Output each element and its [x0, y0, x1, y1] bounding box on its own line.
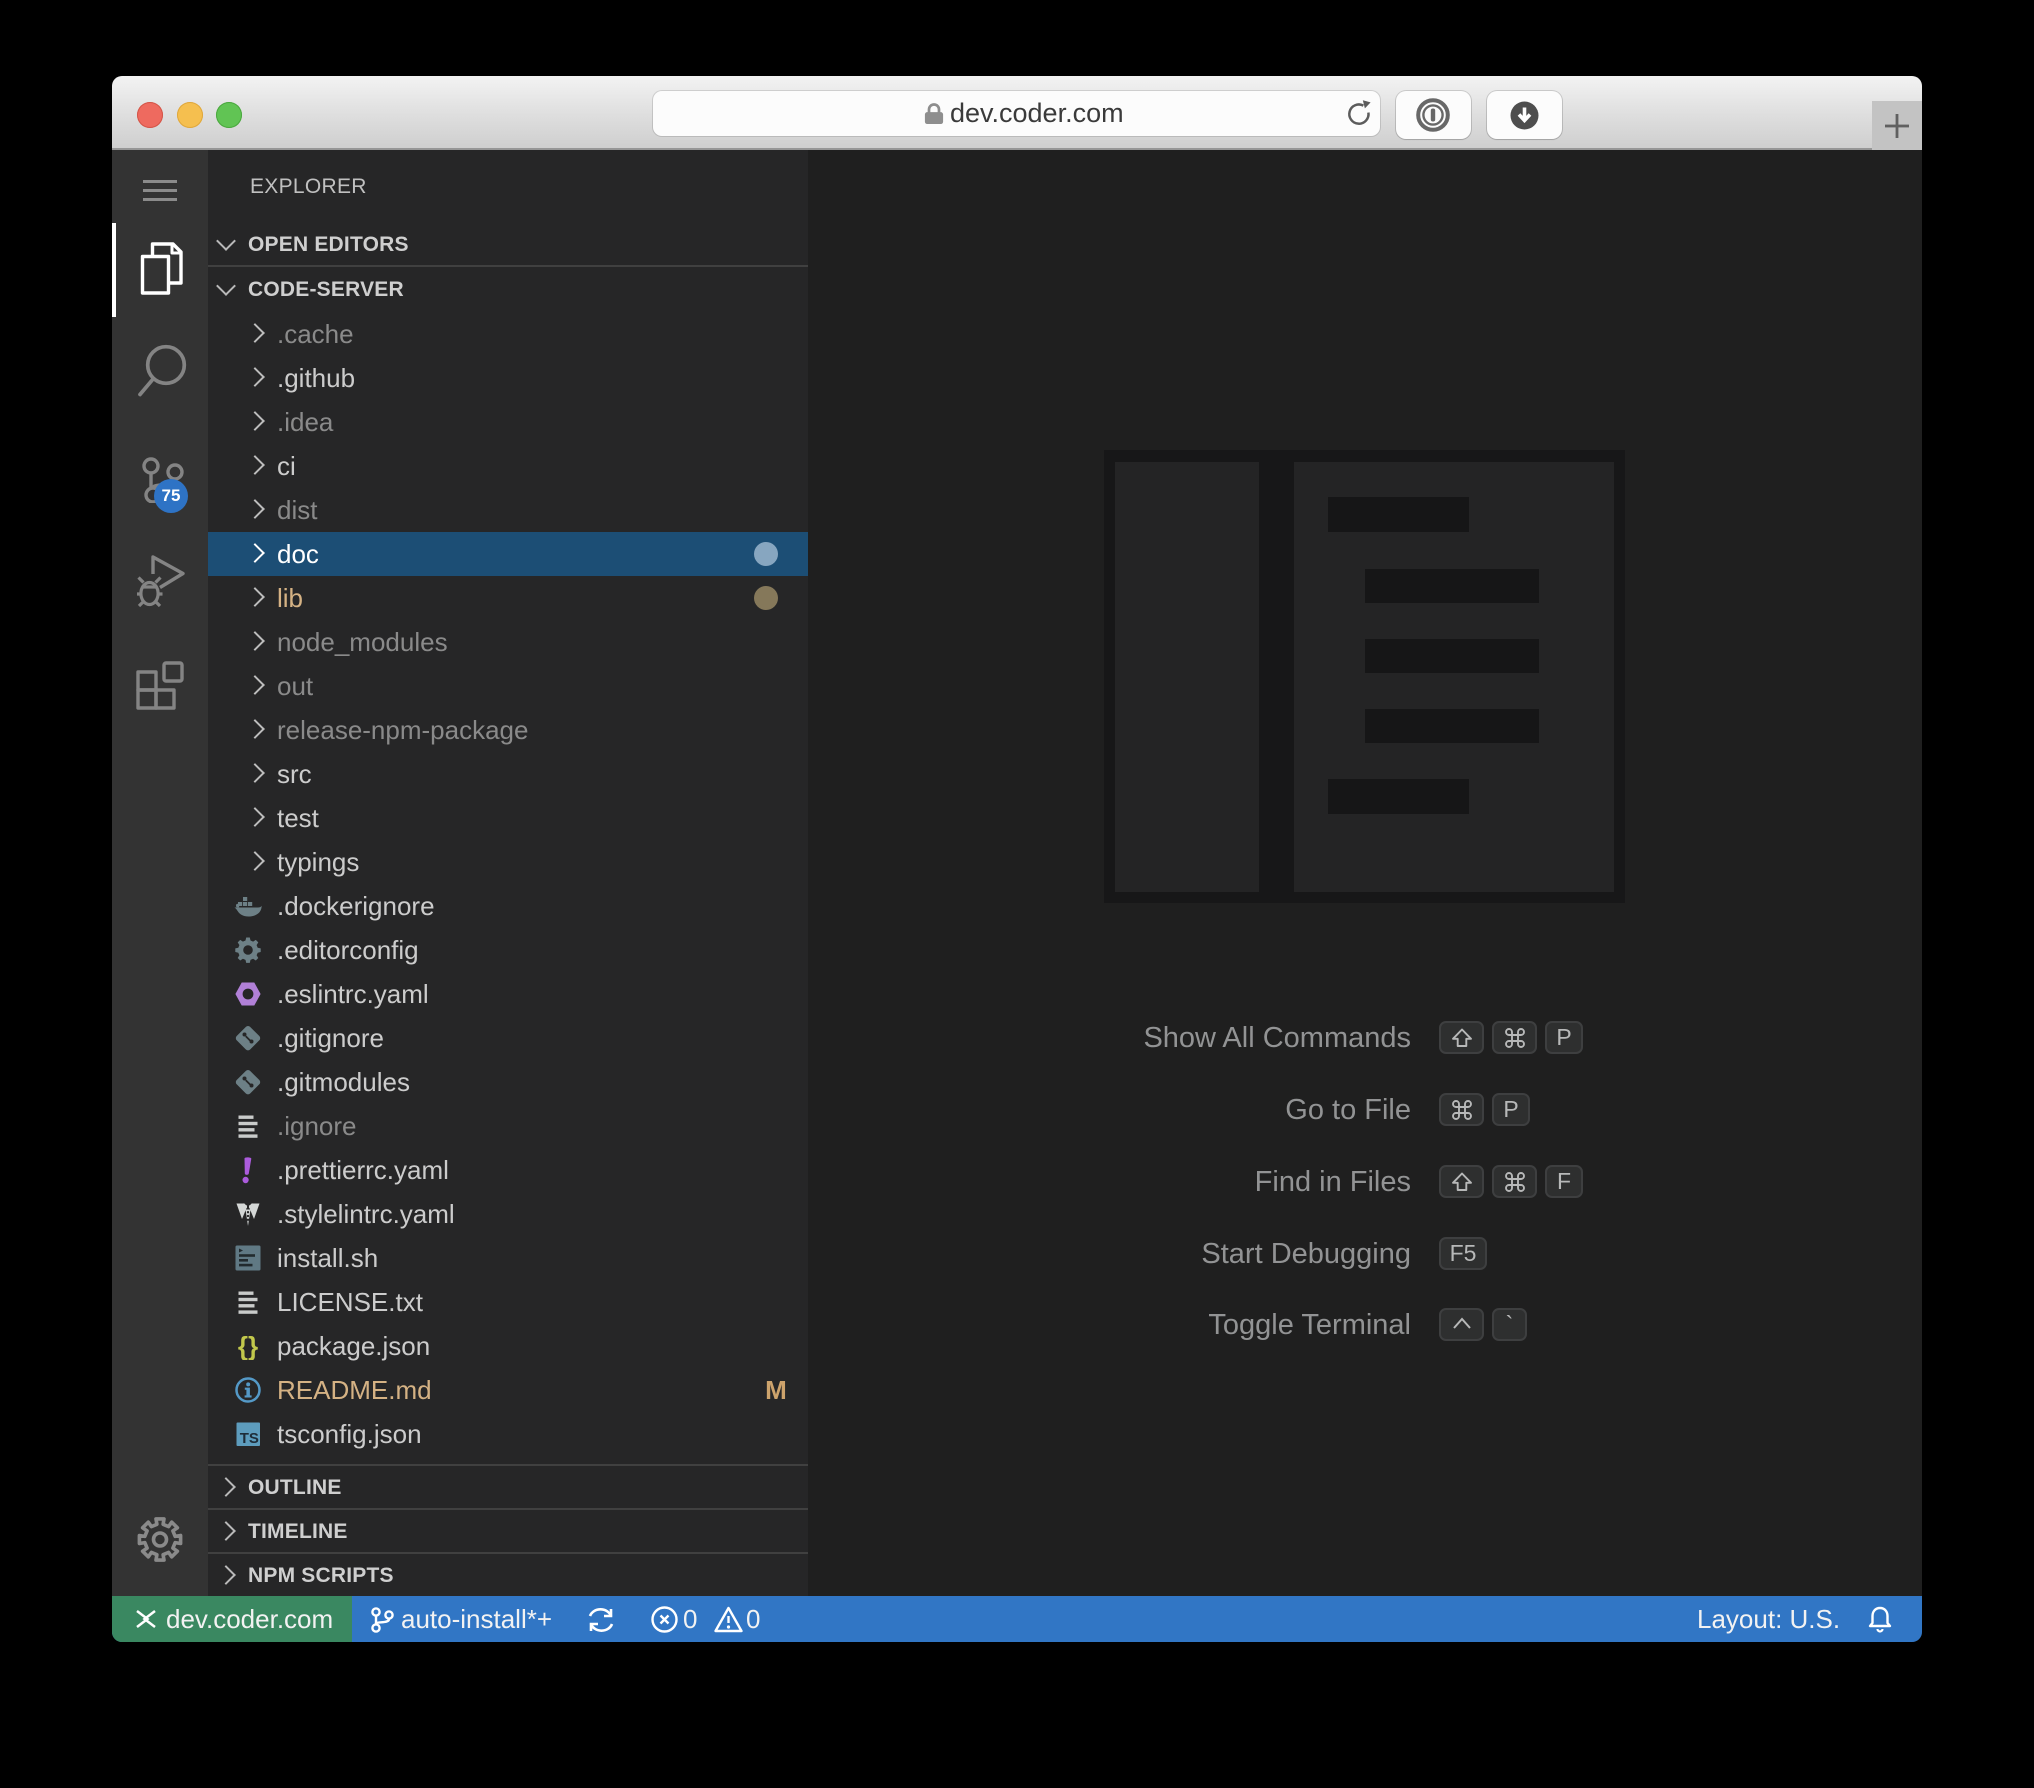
svg-text:TS: TS: [240, 1430, 259, 1447]
svg-text:{}: {}: [238, 1332, 258, 1360]
